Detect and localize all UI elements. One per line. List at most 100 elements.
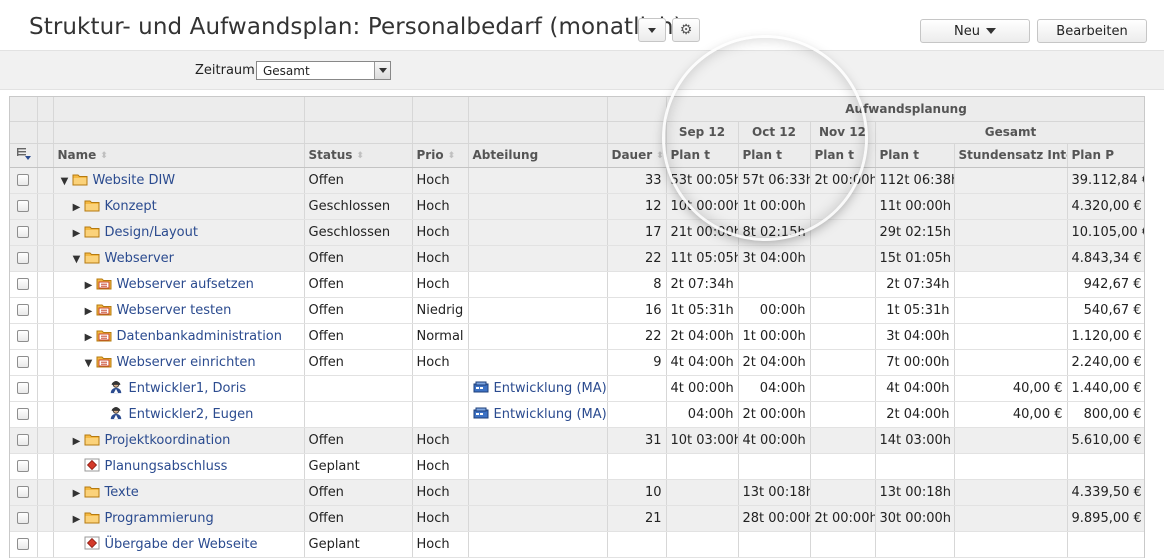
rate-cell xyxy=(954,193,1068,220)
row-checkbox[interactable] xyxy=(17,330,30,342)
expand-toggle-icon[interactable]: ▶ xyxy=(70,514,84,525)
expand-toggle-icon[interactable]: ▶ xyxy=(70,228,84,239)
table-row[interactable]: Übergabe der Webseite Geplant Hoch xyxy=(10,531,1144,558)
column-header-rate[interactable]: Stundensatz Intern xyxy=(954,143,1068,168)
plan-nov-cell xyxy=(810,271,876,298)
column-header-prio[interactable]: Prio ⬍ xyxy=(412,143,469,168)
row-name-link[interactable]: Planungsabschluss xyxy=(105,459,228,474)
row-checkbox[interactable] xyxy=(17,538,30,550)
row-checkbox[interactable] xyxy=(17,460,30,472)
column-header-department[interactable]: Abteilung xyxy=(468,143,608,168)
status-cell: Offen xyxy=(304,297,413,324)
row-checkbox[interactable] xyxy=(17,304,30,316)
department-cell: Entwicklung (MA) xyxy=(468,375,608,402)
new-button[interactable]: Neu xyxy=(920,19,1030,43)
chevron-down-icon xyxy=(985,28,996,34)
row-checkbox[interactable] xyxy=(17,200,30,212)
column-header-plan-oct[interactable]: Plan t xyxy=(738,143,811,168)
column-header-plan-sep[interactable]: Plan t xyxy=(666,143,739,168)
settings-button[interactable]: ⚙ xyxy=(672,18,700,42)
expand-toggle-icon[interactable]: ▶ xyxy=(82,332,96,343)
table-row[interactable]: Entwickler2, Eugen Entwicklung (MA) 04:00h… xyxy=(10,401,1144,428)
prio-cell: Hoch xyxy=(412,531,469,558)
plan-oct-cell: 2t 00:00h xyxy=(738,401,811,428)
table-row[interactable]: ▶ Webserver testen Offen Niedrig 16 1t 05:31h… xyxy=(10,297,1144,324)
row-checkbox[interactable] xyxy=(17,278,30,290)
row-checkbox[interactable] xyxy=(17,174,30,186)
plan-nov-cell xyxy=(810,349,876,376)
column-chooser[interactable] xyxy=(10,143,38,168)
row-select-cell xyxy=(10,167,38,194)
column-header-plan-total[interactable]: Plan t xyxy=(875,143,955,168)
plan-p-cell: 1.120,00 € xyxy=(1067,323,1144,350)
expand-toggle-icon[interactable]: ▶ xyxy=(82,306,96,317)
row-checkbox[interactable] xyxy=(17,226,30,238)
department-link[interactable]: Entwicklung (MA) xyxy=(494,381,607,396)
table-row[interactable]: Entwickler1, Doris Entwicklung (MA) 4t 00:… xyxy=(10,375,1144,402)
row-checkbox[interactable] xyxy=(17,408,30,420)
row-checkbox[interactable] xyxy=(17,382,30,394)
table-row[interactable]: ▼ Webserver Offen Hoch 22 11t 05:05h 3t 04:00h… xyxy=(10,245,1144,272)
row-name-link[interactable]: Datenbankadministration xyxy=(117,329,283,344)
table-row[interactable]: ▶ Datenbankadministration Offen Normal 22 2t … xyxy=(10,323,1144,350)
row-checkbox[interactable] xyxy=(17,434,30,446)
column-header-duration[interactable]: Dauer ⬍ xyxy=(607,143,667,168)
duration-cell: 10 xyxy=(607,479,667,506)
edit-button[interactable]: Bearbeiten xyxy=(1037,19,1147,43)
row-name-link[interactable]: Übergabe der Webseite xyxy=(105,537,258,552)
plan-p-cell: 1.440,00 € xyxy=(1067,375,1144,402)
table-row[interactable]: ▶ Projektkoordination Offen Hoch 31 10t 03:00… xyxy=(10,427,1144,454)
column-header-name[interactable]: Name ⬍ xyxy=(53,143,305,168)
column-header-status[interactable]: Status ⬍ xyxy=(304,143,413,168)
plan-total-cell: 29t 02:15h xyxy=(875,219,955,246)
row-checkbox[interactable] xyxy=(17,252,30,264)
table-row[interactable]: ▼ Webserver einrichten Offen Hoch 9 4t 04:00h… xyxy=(10,349,1144,376)
expand-toggle-icon[interactable]: ▶ xyxy=(82,280,96,291)
department-link[interactable]: Entwicklung (MA) xyxy=(494,407,607,422)
expand-toggle-icon[interactable]: ▶ xyxy=(70,436,84,447)
row-checkbox[interactable] xyxy=(17,486,30,498)
status-cell: Offen xyxy=(304,271,413,298)
plan-oct-cell xyxy=(738,453,811,480)
duration-cell: 22 xyxy=(607,323,667,350)
table-row[interactable]: ▶ Konzept Geschlossen Hoch 12 10t 00:00h 1t 00… xyxy=(10,193,1144,220)
table-row[interactable]: ▼ Website DIW Offen Hoch 33 53t 00:05h 57t 06:… xyxy=(10,167,1144,194)
row-select-cell xyxy=(10,271,38,298)
row-select-cell xyxy=(10,375,38,402)
expand-toggle-icon[interactable]: ▶ xyxy=(70,202,84,213)
column-header-plan-nov[interactable]: Plan t xyxy=(810,143,876,168)
row-name-link[interactable]: Webserver testen xyxy=(117,303,232,318)
folder-icon xyxy=(72,173,93,188)
plan-total-cell: 3t 04:00h xyxy=(875,323,955,350)
table-row[interactable]: ▶ Texte Offen Hoch 10 13t 00:18h 13t 00:18h 4.3… xyxy=(10,479,1144,506)
row-name-link[interactable]: Webserver xyxy=(105,251,175,266)
collapse-toggle-icon[interactable]: ▼ xyxy=(82,358,96,369)
table-row[interactable]: ▶ Programmierung Offen Hoch 21 28t 00:00h 2t 0… xyxy=(10,505,1144,532)
row-name-link[interactable]: Webserver einrichten xyxy=(117,355,256,370)
collapse-toggle-icon[interactable]: ▼ xyxy=(70,254,84,265)
row-name-link[interactable]: Projektkoordination xyxy=(105,433,231,448)
row-name-link[interactable]: Design/Layout xyxy=(105,225,198,240)
row-name-link[interactable]: Programmierung xyxy=(105,511,214,526)
chevron-down-icon[interactable] xyxy=(374,62,390,79)
status-cell: Offen xyxy=(304,349,413,376)
row-name-link[interactable]: Webserver aufsetzen xyxy=(117,277,254,292)
column-header-plan-p[interactable]: Plan P xyxy=(1067,143,1144,168)
period-select[interactable]: Gesamt xyxy=(256,61,391,80)
title-menu-button[interactable] xyxy=(638,18,666,42)
row-name-link[interactable]: Texte xyxy=(105,485,139,500)
table-row[interactable]: ▶ Design/Layout Geschlossen Hoch 17 21t 00:00… xyxy=(10,219,1144,246)
rate-cell xyxy=(954,323,1068,350)
row-checkbox[interactable] xyxy=(17,512,30,524)
row-name-link[interactable]: Website DIW xyxy=(93,173,176,188)
row-name-link[interactable]: Entwickler2, Eugen xyxy=(129,407,254,422)
row-name-link[interactable]: Konzept xyxy=(105,199,157,214)
name-cell: ▼ Website DIW xyxy=(53,167,305,194)
row-checkbox[interactable] xyxy=(17,356,30,368)
table-row[interactable]: ▶ Webserver aufsetzen Offen Hoch 8 2t 07:34h 2… xyxy=(10,271,1144,298)
expand-toggle-icon[interactable]: ▶ xyxy=(70,488,84,499)
collapse-toggle-icon[interactable]: ▼ xyxy=(58,176,72,187)
table-row[interactable]: Planungsabschluss Geplant Hoch xyxy=(10,453,1144,480)
row-name-link[interactable]: Entwickler1, Doris xyxy=(129,381,247,396)
sort-icon: ⬍ xyxy=(447,151,456,161)
